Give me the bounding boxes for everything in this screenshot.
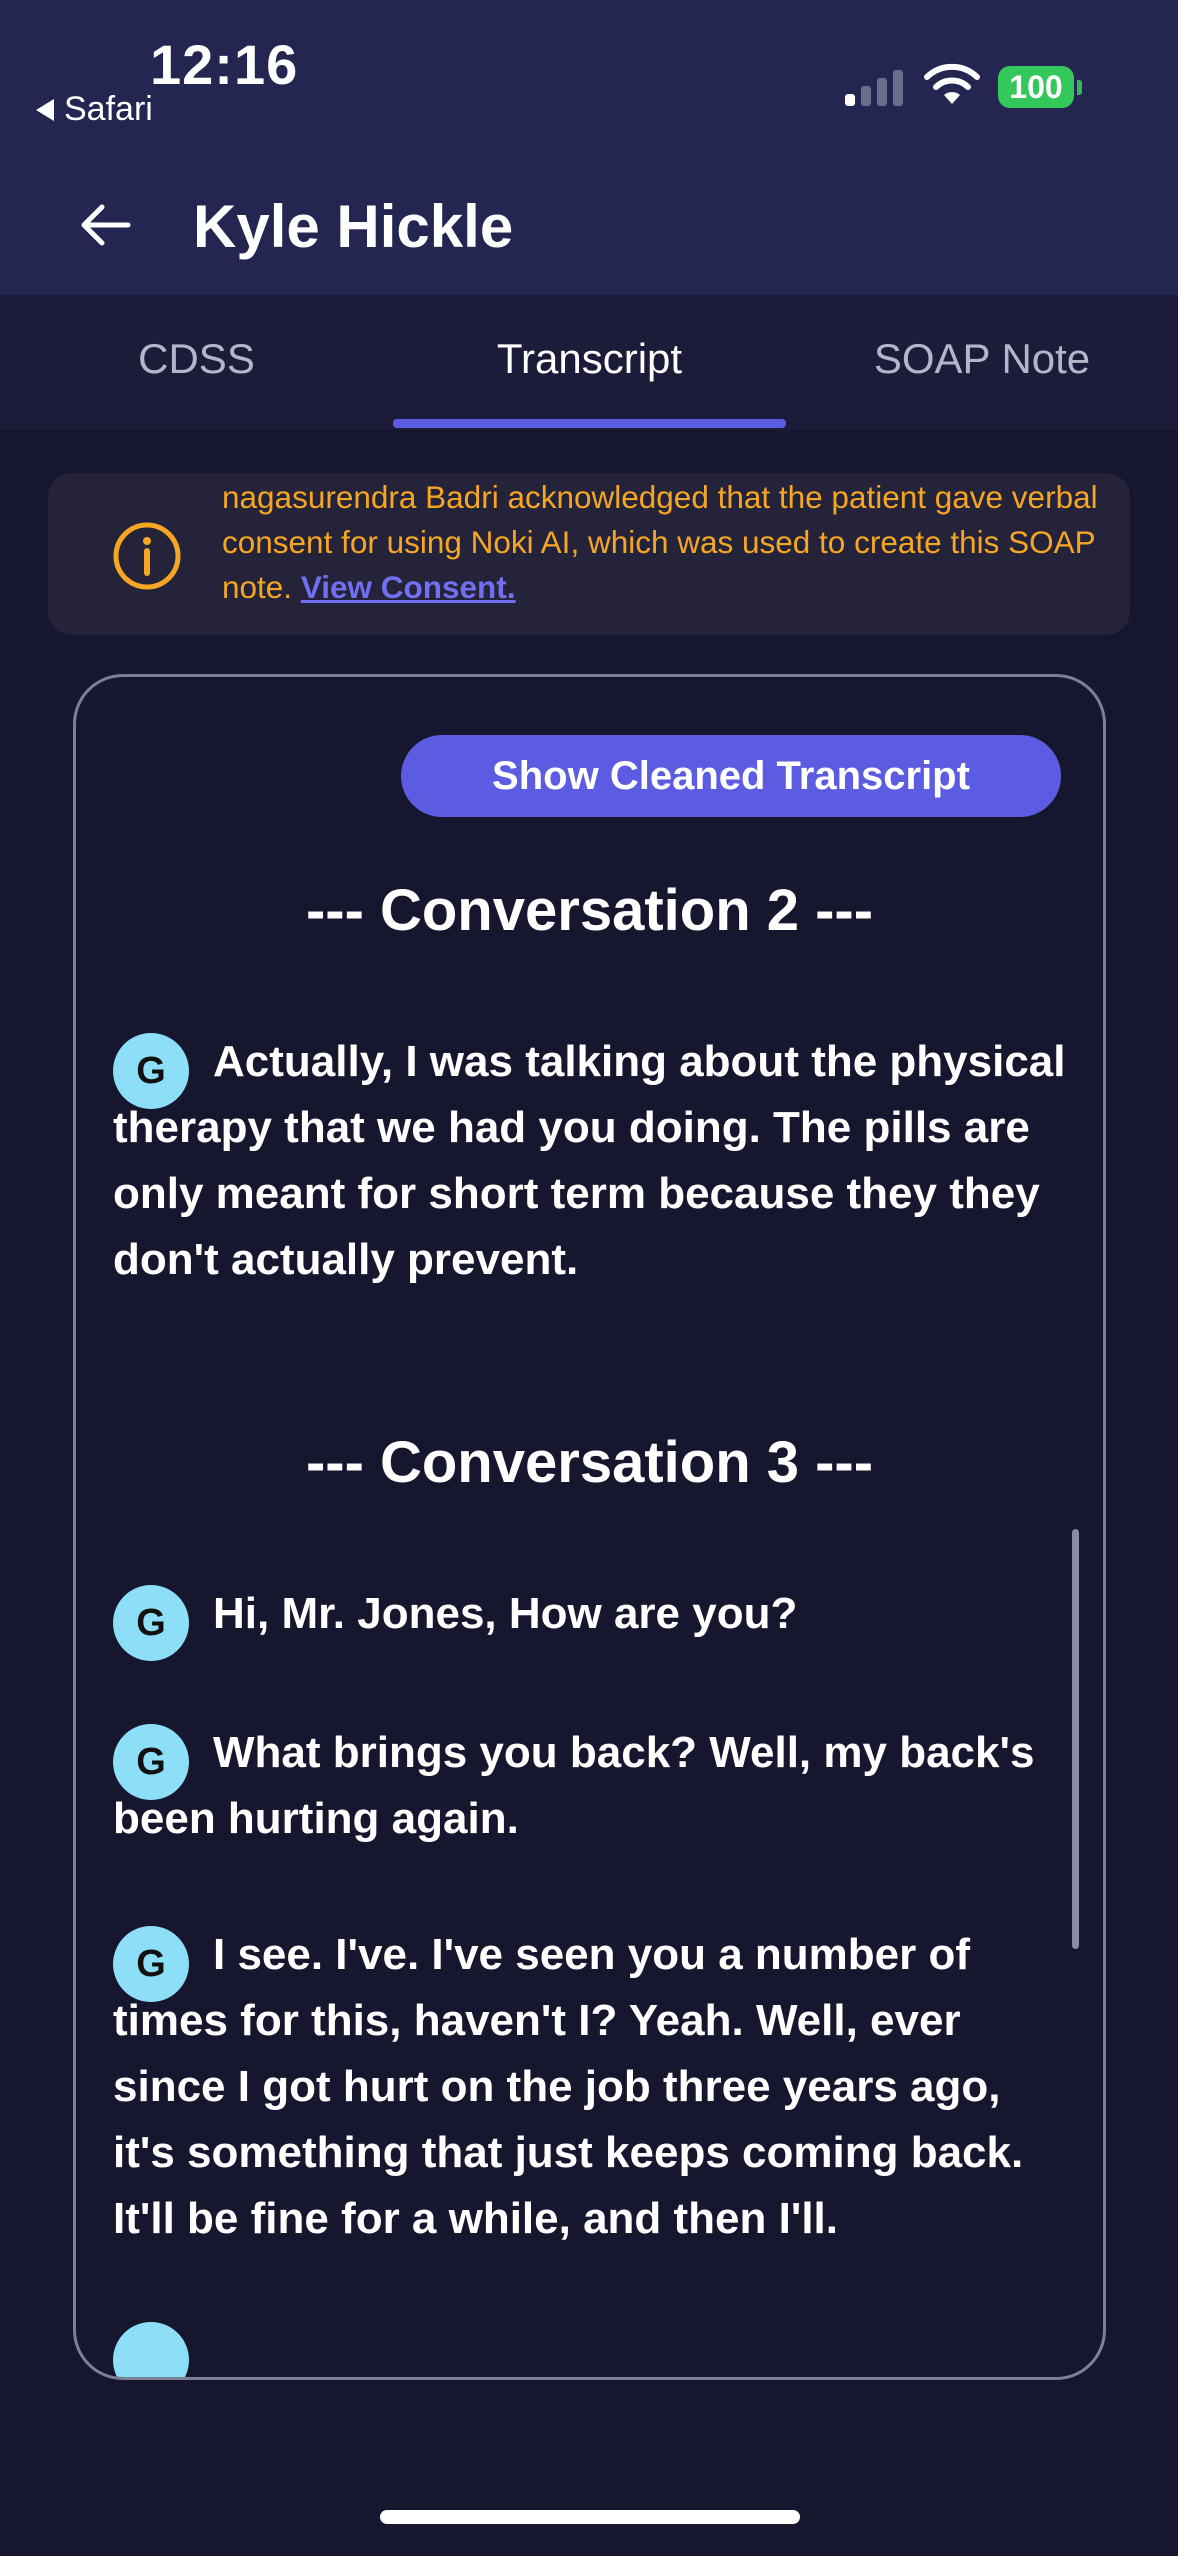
- signal-icon: [845, 66, 903, 106]
- conversation-heading: --- Conversation 3 ---: [305, 1430, 874, 1495]
- transcript-message: G I see. I've. I've seen you a number of…: [113, 1922, 1073, 2252]
- arrow-left-icon[interactable]: [76, 200, 136, 250]
- screen: 12:16 Safari 100 Kyle Hickle CDSS Transc…: [0, 0, 1178, 2556]
- message-text: I see. I've. I've seen you a number of t…: [113, 1930, 1024, 2243]
- speaker-avatar: G: [113, 1926, 189, 2002]
- tab-soap-note[interactable]: SOAP Note: [786, 335, 1178, 383]
- back-app-label: Safari: [64, 90, 153, 128]
- speaker-avatar-partial: [113, 2322, 189, 2377]
- status-time: 12:16: [150, 33, 299, 96]
- message-text: Hi, Mr. Jones, How are you?: [213, 1589, 798, 1638]
- home-indicator[interactable]: [380, 2510, 800, 2524]
- battery-icon: 100: [998, 66, 1082, 108]
- wifi-icon: [924, 63, 980, 104]
- tab-cdss[interactable]: CDSS: [0, 335, 393, 383]
- speaker-avatar: G: [113, 1724, 189, 1800]
- tab-transcript[interactable]: Transcript: [393, 335, 786, 383]
- show-cleaned-transcript-button[interactable]: Show Cleaned Transcript: [401, 735, 1061, 817]
- view-consent-link[interactable]: View Consent.: [301, 569, 516, 605]
- back-triangle-icon: [36, 98, 54, 121]
- transcript-message: G Actually, I was talking about the phys…: [113, 1029, 1073, 1293]
- speaker-avatar: G: [113, 1033, 189, 1109]
- tab-bar: CDSS Transcript SOAP Note: [0, 295, 1178, 430]
- message-text: What brings you back? Well, my back's be…: [113, 1728, 1035, 1843]
- page-title: Kyle Hickle: [193, 193, 514, 260]
- transcript-message: G What brings you back? Well, my back's …: [113, 1720, 1073, 1852]
- active-tab-indicator: [393, 419, 786, 428]
- info-icon: [113, 522, 181, 590]
- speaker-avatar: G: [113, 1585, 189, 1661]
- consent-banner: nagasurendra Badri acknowledged that the…: [48, 473, 1130, 635]
- back-to-safari[interactable]: Safari: [36, 90, 153, 129]
- scrollbar[interactable]: [1072, 1529, 1079, 1949]
- battery-level: 100: [998, 66, 1074, 108]
- transcript-message: G Hi, Mr. Jones, How are you?: [113, 1581, 1073, 1661]
- conversation-heading: --- Conversation 2 ---: [305, 878, 874, 943]
- consent-text: nagasurendra Badri acknowledged that the…: [222, 475, 1122, 610]
- app-header: 12:16 Safari 100 Kyle Hickle: [0, 0, 1178, 295]
- message-text: Actually, I was talking about the physic…: [113, 1037, 1066, 1284]
- transcript-card: Show Cleaned Transcript --- Conversation…: [73, 674, 1106, 2380]
